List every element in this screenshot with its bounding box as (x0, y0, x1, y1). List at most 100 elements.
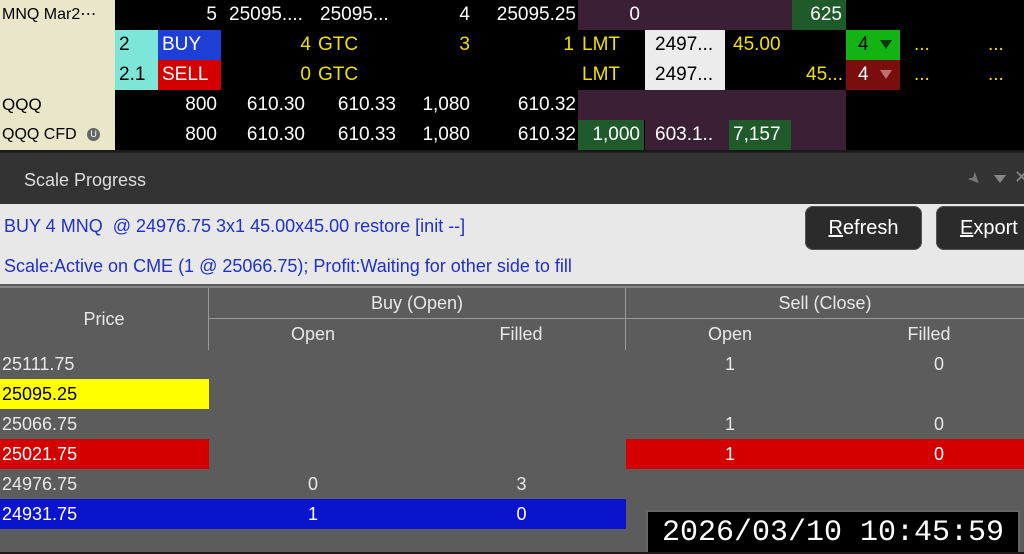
avg-price: 603.1.. (645, 120, 729, 150)
scale-summary-line: BUY 4 MNQ @ 24976.75 3x1 45.00x45.00 res… (4, 216, 466, 236)
quote-row-qqq[interactable]: QQQ 800 610.30 610.33 1,080 610.32 (0, 90, 1024, 120)
position-qty: 1,000 (578, 120, 644, 150)
order-type[interactable]: LMT (582, 30, 642, 60)
row-spacer (0, 60, 115, 90)
sell-filled-col-header[interactable]: Filled (834, 319, 1024, 350)
buy-open-header[interactable]: Buy (Open) (209, 288, 626, 319)
export-label: xport (973, 217, 1018, 239)
refresh-mnemonic: R (828, 217, 843, 239)
order-row-sell[interactable]: 2.1 SELL 0 GTC LMT 2497... 45... 4 ... C… (0, 60, 1024, 145)
panel-title-bar[interactable]: Scale Progress ➤ ✕ (0, 152, 1024, 204)
price-cell: 25066.75 (2, 414, 78, 434)
buy-open-cell: 0 (307, 474, 318, 494)
export-button[interactable]: Export (936, 206, 1024, 250)
quote-row-qqq-cfd[interactable]: QQQ CFD U 800 610.30 610.33 1,080 610.32… (0, 120, 1024, 150)
position-cell: 0 (578, 0, 792, 30)
count-cell[interactable]: 4 (846, 60, 900, 90)
ask-size: 1,080 (422, 94, 470, 115)
order-filled: 3 (459, 34, 470, 55)
buy-filled-cell: 0 (516, 504, 527, 524)
refresh-button[interactable]: Refresh (805, 206, 922, 250)
aux-price[interactable]: 45... (733, 60, 845, 90)
menu-dropdown-icon[interactable] (994, 175, 1006, 183)
pnl-cell: 7,157 (729, 120, 791, 150)
last-price: 610.32 (517, 94, 576, 115)
price-cell: 24931.75 (2, 504, 78, 524)
timestamp-overlay: 2026/03/10 10:45:59 (646, 510, 1020, 552)
quote-row-mnq[interactable]: MNQ Mar2⋯ 5 25095.... 25095... 4 25095.2… (0, 0, 1024, 30)
count-value: 4 (858, 34, 869, 55)
side-buy[interactable]: BUY (158, 30, 221, 60)
sell-open-cell: 1 (724, 354, 735, 374)
bid-size: 5 (206, 4, 217, 25)
triangle-down-icon (879, 40, 892, 50)
position-cell (578, 90, 846, 120)
order-qty[interactable]: 0 (221, 60, 313, 90)
row-spacer (0, 30, 115, 60)
order-qty[interactable]: 4 (221, 30, 313, 60)
symbol-label: QQQ CFD (2, 126, 77, 143)
buy-filled-col-header[interactable]: Filled (417, 319, 626, 350)
sell-filled-cell: 0 (933, 414, 944, 434)
order-remaining: 1 (563, 34, 574, 55)
info-circle-icon: U (87, 128, 101, 142)
ellipsis-cell-2[interactable]: ... (988, 30, 1024, 60)
ask-size: 4 (459, 4, 470, 25)
sell-filled-cell: 0 (933, 354, 944, 374)
bid-size: 800 (185, 124, 217, 145)
ask-price: 610.33 (337, 124, 396, 145)
price-header[interactable]: Price (0, 288, 209, 350)
ask-price: 25095... (320, 4, 389, 25)
export-mnemonic: E (960, 217, 974, 239)
order-type[interactable]: LMT (582, 60, 642, 90)
aux-price[interactable]: 45.00 (733, 30, 845, 60)
price-cell: 25111.75 (2, 354, 75, 374)
bid-price: 610.30 (246, 94, 305, 115)
sell-open-cell: 1 (724, 414, 735, 434)
side-sell[interactable]: SELL (158, 60, 221, 90)
pnl-spacer (791, 120, 846, 150)
ellipsis-cell[interactable]: ... (914, 30, 944, 60)
order-id: 2.1 (115, 60, 158, 90)
triangle-down-icon (879, 70, 892, 80)
table-row[interactable]: 25095.25 (0, 379, 1024, 409)
timestamp-text: 2026/03/10 10:45:59 (661, 516, 1005, 550)
order-row-buy[interactable]: 2 BUY 4 GTC 3 1 LMT 2497... 45.00 4 ... … (0, 30, 1024, 85)
price-cell: 25095.25 (0, 379, 209, 409)
sell-open-cell: 1 (724, 444, 735, 464)
bid-price: 610.30 (246, 124, 305, 145)
last-price: 610.32 (517, 124, 576, 145)
bid-size: 800 (185, 94, 217, 115)
sell-filled-cell: 0 (933, 444, 944, 464)
order-tif[interactable]: GTC (318, 60, 378, 90)
table-row[interactable]: 25021.75 1 0 (0, 439, 1024, 469)
refresh-label: efresh (842, 217, 899, 239)
last-price: 25095.25 (496, 4, 576, 25)
ask-price: 610.33 (337, 94, 396, 115)
price-cell: 25021.75 (0, 439, 209, 469)
grid-header: Price Buy (Open) Sell (Close) Open Fille… (0, 286, 1024, 350)
table-row[interactable]: 24976.75 0 3 (0, 469, 1024, 499)
panel-title: Scale Progress (24, 170, 147, 190)
count-value: 4 (858, 64, 869, 85)
buy-open-col-header[interactable]: Open (209, 319, 417, 350)
bid-price: 25095.... (229, 4, 303, 25)
ellipsis-cell-2[interactable]: ... (988, 60, 1024, 90)
limit-price[interactable]: 2497... (645, 30, 725, 60)
buy-filled-cell: 3 (516, 474, 527, 494)
sell-close-header[interactable]: Sell (Close) (626, 288, 1024, 319)
ellipsis-cell[interactable]: ... (914, 60, 944, 90)
close-icon[interactable]: ✕ (1014, 167, 1024, 188)
count-cell[interactable]: 4 (846, 30, 900, 60)
sell-open-col-header[interactable]: Open (626, 319, 834, 350)
price-cell: 24976.75 (2, 474, 78, 494)
ask-size: 1,080 (422, 124, 470, 145)
limit-price[interactable]: 2497... (645, 60, 725, 90)
table-row[interactable]: 25066.75 1 0 (0, 409, 1024, 439)
pnl-cell: 625 (792, 0, 846, 30)
pin-icon[interactable]: ➤ (963, 167, 987, 191)
table-row[interactable]: 25111.75 1 0 (0, 349, 1024, 379)
buy-open-cell: 1 (307, 504, 318, 524)
symbol-cell: QQQ CFD U (0, 120, 115, 150)
order-tif[interactable]: GTC (318, 30, 378, 60)
